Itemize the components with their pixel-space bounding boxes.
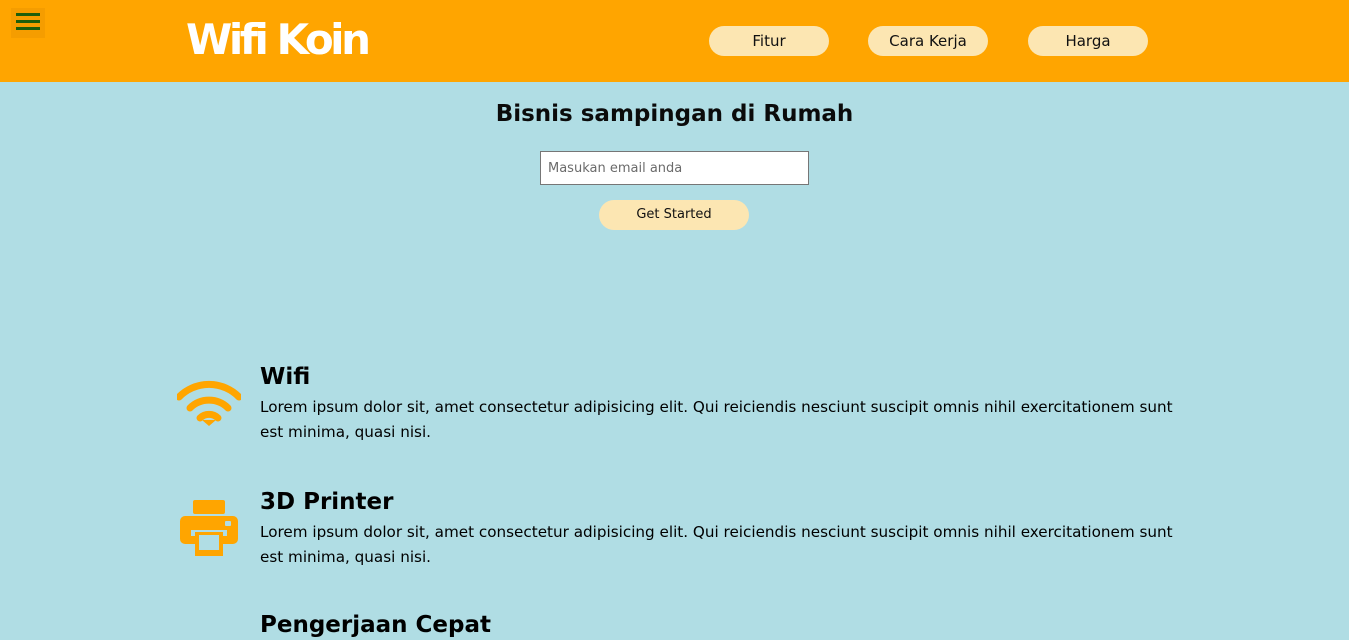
hamburger-menu-button[interactable]: [11, 8, 45, 38]
nav-fitur-button[interactable]: Fitur: [709, 26, 829, 56]
feature-title-3d-printer: 3D Printer: [260, 489, 394, 515]
get-started-button[interactable]: Get Started: [599, 200, 749, 230]
hamburger-menu-icon: [16, 13, 40, 16]
feature-title-wifi: Wifi: [260, 364, 311, 390]
site-header: Wifi Koin Fitur Cara Kerja Harga: [0, 0, 1349, 82]
feature-title-pengerjaan-cepat: Pengerjaan Cepat: [260, 612, 491, 638]
hero-title: Bisnis sampingan di Rumah: [495, 101, 854, 127]
nav-harga-button[interactable]: Harga: [1028, 26, 1148, 56]
printer-icon: [180, 500, 238, 556]
feature-description-wifi: Lorem ipsum dolor sit, amet consectetur …: [260, 398, 1173, 441]
email-input[interactable]: [540, 151, 809, 185]
logo[interactable]: Wifi Koin: [186, 14, 371, 66]
wifi-icon: [177, 380, 241, 426]
feature-description-3d-printer: Lorem ipsum dolor sit, amet consectetur …: [260, 523, 1173, 566]
nav-cara-kerja-button[interactable]: Cara Kerja: [868, 26, 988, 56]
